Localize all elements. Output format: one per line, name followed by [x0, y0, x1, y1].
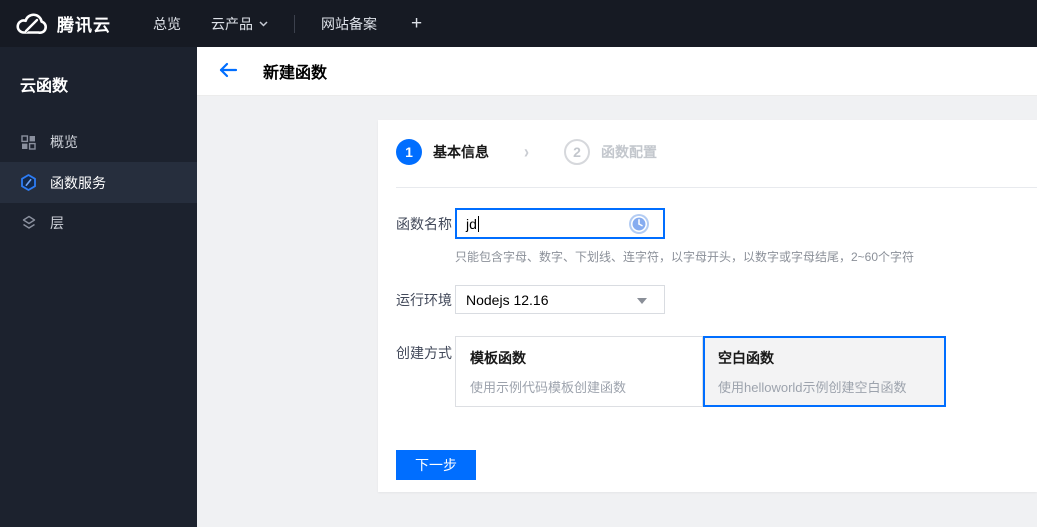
nav-overview[interactable]: 总览 — [153, 14, 181, 34]
runtime-selected-value: Nodejs 12.16 — [466, 291, 549, 308]
main-area: 新建函数 1 基本信息 › 2 函数配置 函数名称 jd 只能包含字母、数字、下… — [197, 47, 1037, 527]
clock-pending-icon — [628, 213, 650, 235]
back-button[interactable] — [217, 60, 239, 82]
content-area: 1 基本信息 › 2 函数配置 函数名称 jd 只能包含字母、数字、下划线、连字… — [197, 96, 1037, 527]
page-header: 新建函数 — [197, 47, 1037, 96]
function-name-input[interactable]: jd — [455, 208, 665, 239]
step-2-circle: 2 — [564, 139, 590, 165]
step-1-label: 基本信息 — [433, 144, 489, 160]
step-indicator: 1 基本信息 › 2 函数配置 — [396, 139, 1037, 165]
step-chevron-icon: › — [524, 141, 529, 163]
next-step-button[interactable]: 下一步 — [396, 450, 476, 480]
text-caret — [477, 215, 479, 232]
brand-name: 腾讯云 — [57, 16, 111, 35]
dropdown-arrow-icon — [637, 298, 647, 304]
runtime-label: 运行环境 — [396, 291, 452, 308]
function-name-hint: 只能包含字母、数字、下划线、连字符，以字母开头，以数字或字母结尾，2~60个字符 — [455, 250, 915, 264]
chevron-down-icon — [259, 20, 268, 27]
add-tab-button[interactable]: + — [411, 13, 422, 35]
tencent-cloud-logo[interactable]: 腾讯云 — [14, 11, 111, 36]
method-option-desc: 使用helloworld示例创建空白函数 — [718, 380, 907, 395]
sidebar-title: 云函数 — [20, 78, 69, 95]
sidebar-item-layers[interactable]: 层 — [0, 203, 197, 243]
sidebar-item-label: 概览 — [50, 134, 78, 150]
sidebar-item-function-service[interactable]: 函数服务 — [0, 162, 197, 203]
tencent-cloud-console: 腾讯云 总览 云产品 网站备案 + 云函数 概览 函数服务 层 新建函数 1 基… — [0, 0, 1037, 527]
nav-products[interactable]: 云产品 — [211, 14, 268, 34]
nav-divider — [294, 14, 295, 33]
method-option-blank[interactable]: 空白函数 使用helloworld示例创建空白函数 — [703, 336, 946, 407]
card-divider — [396, 187, 1037, 188]
method-option-desc: 使用示例代码模板创建函数 — [470, 380, 627, 395]
creation-method-options: 模板函数 使用示例代码模板创建函数 空白函数 使用helloworld示例创建空… — [455, 336, 946, 407]
sidebar-menu: 概览 函数服务 层 — [0, 122, 197, 243]
runtime-row: 运行环境 Nodejs 12.16 — [396, 285, 1037, 314]
grid-icon — [20, 134, 37, 151]
method-option-template[interactable]: 模板函数 使用示例代码模板创建函数 — [455, 336, 703, 407]
sidebar-item-overview[interactable]: 概览 — [0, 122, 197, 162]
function-name-label: 函数名称 — [396, 215, 452, 232]
step-2-label: 函数配置 — [601, 144, 657, 160]
layers-icon — [20, 215, 37, 232]
topbar-nav: 总览 云产品 网站备案 + — [153, 13, 422, 35]
topbar: 腾讯云 总览 云产品 网站备案 + — [0, 0, 1037, 47]
method-option-title: 空白函数 — [718, 350, 774, 366]
create-function-card: 1 基本信息 › 2 函数配置 函数名称 jd 只能包含字母、数字、下划线、连字… — [378, 120, 1037, 492]
page-title: 新建函数 — [263, 65, 328, 82]
function-service-icon — [20, 174, 37, 191]
sidebar-item-label: 函数服务 — [50, 174, 106, 191]
sidebar: 云函数 概览 函数服务 层 — [0, 47, 197, 527]
nav-icp[interactable]: 网站备案 — [321, 14, 377, 34]
back-arrow-icon — [218, 62, 238, 81]
step-1-circle: 1 — [396, 139, 422, 165]
cloud-logo-icon — [14, 12, 48, 36]
function-name-row: 函数名称 jd — [396, 208, 1037, 239]
creation-method-label: 创建方式 — [396, 345, 452, 361]
function-name-value: jd — [466, 215, 477, 232]
method-option-title: 模板函数 — [470, 350, 526, 366]
sidebar-item-label: 层 — [50, 215, 64, 231]
creation-method-row: 创建方式 模板函数 使用示例代码模板创建函数 空白函数 使用helloworld… — [396, 336, 1037, 407]
runtime-select[interactable]: Nodejs 12.16 — [455, 285, 665, 314]
